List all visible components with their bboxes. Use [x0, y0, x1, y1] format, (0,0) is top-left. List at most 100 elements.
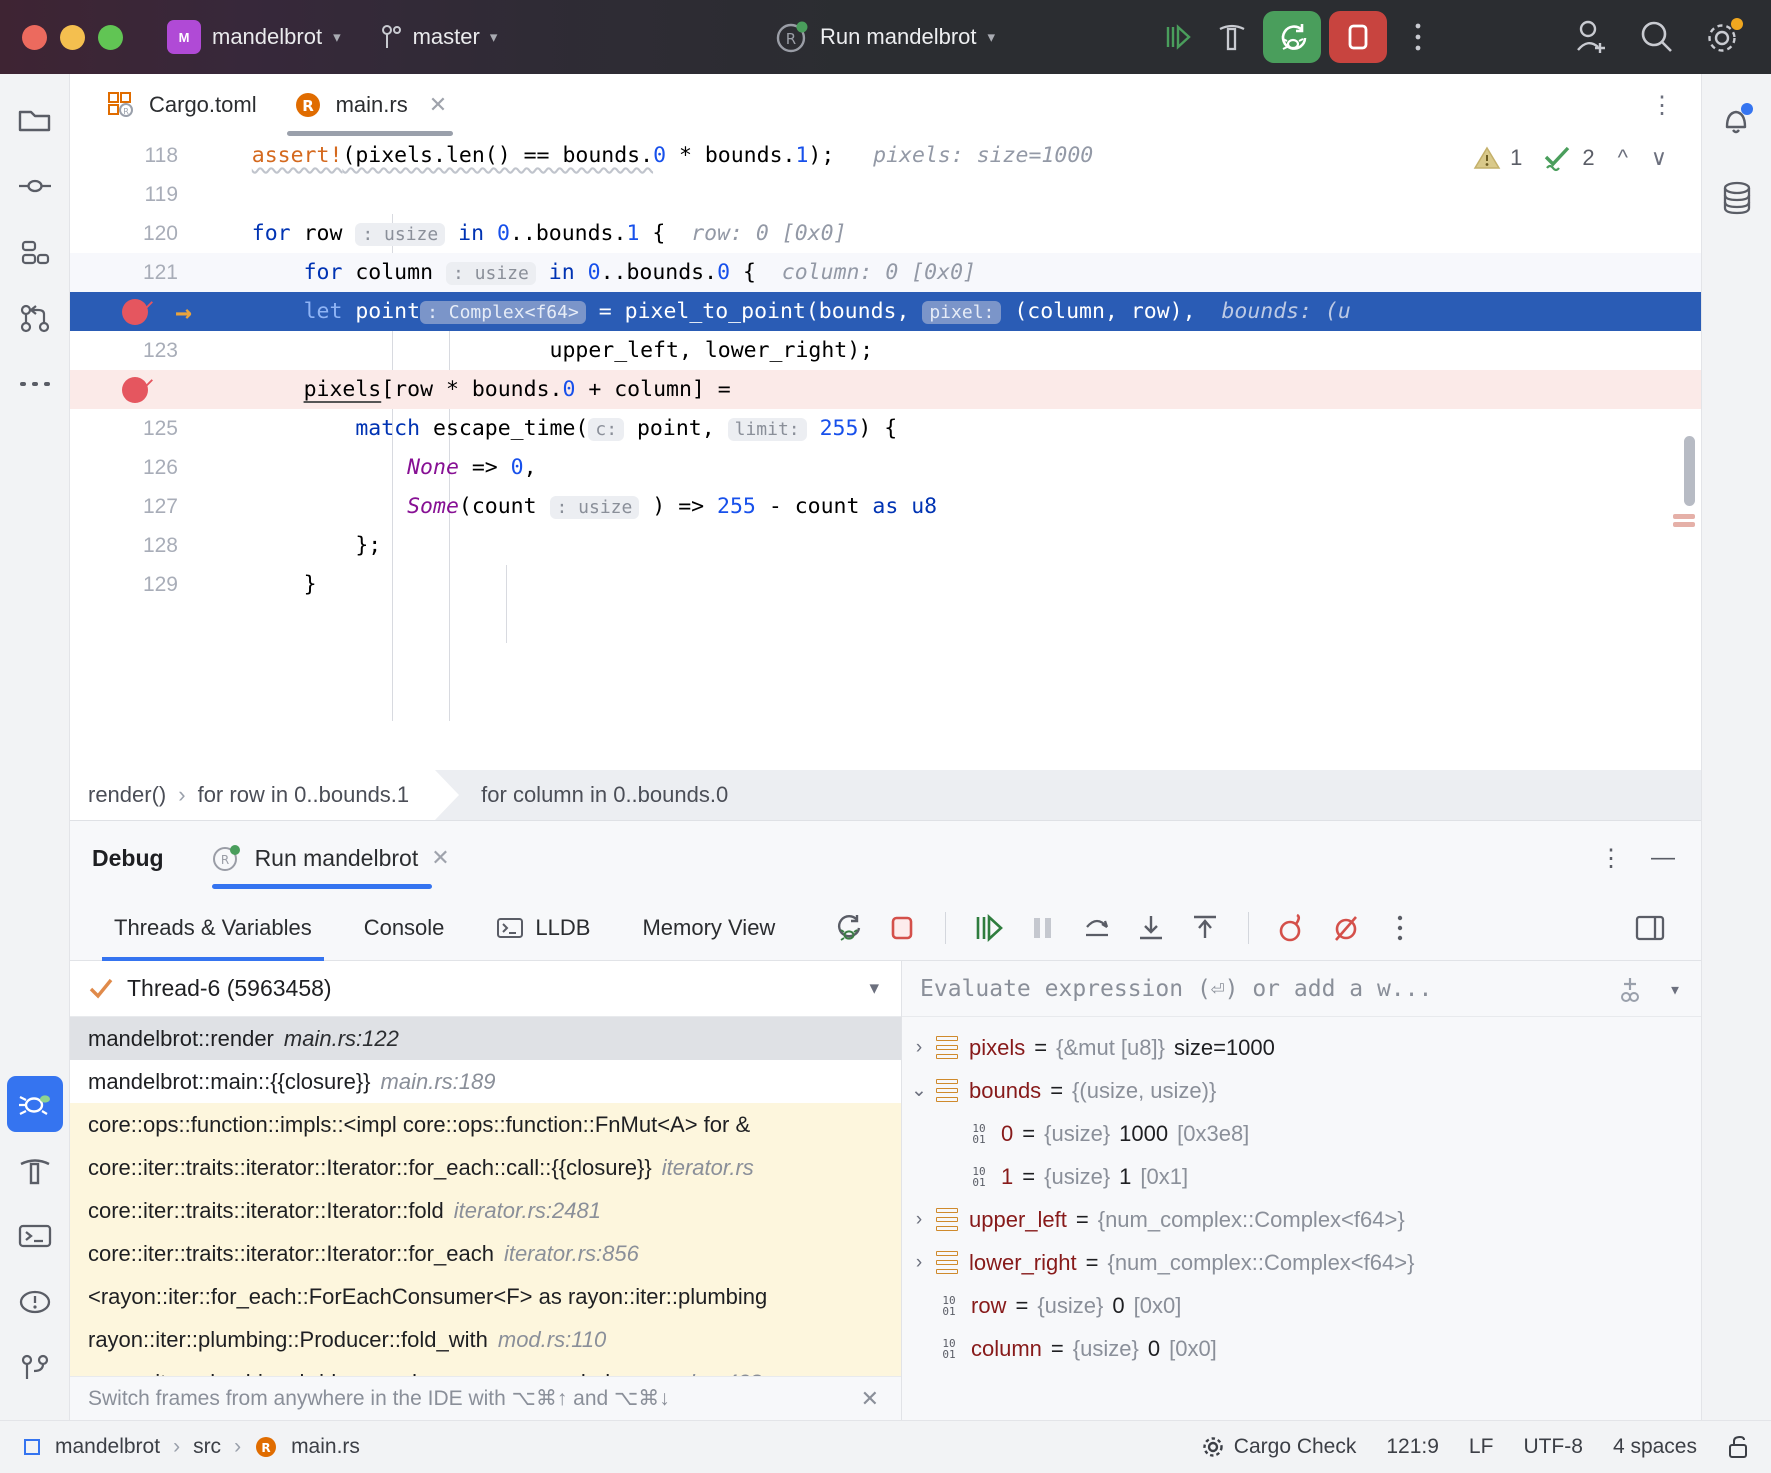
error-stripe-mark[interactable]: [1673, 522, 1695, 527]
variable-row[interactable]: › lower_right = {num_complex::Complex<f6…: [902, 1241, 1701, 1284]
stack-frame-row[interactable]: core::iter::traits::iterator::Iterator::…: [70, 1189, 901, 1232]
close-session-icon[interactable]: ✕: [431, 845, 449, 871]
status-breadcrumb-project[interactable]: mandelbrot: [55, 1435, 160, 1459]
code-line[interactable]: 120 for row : usize in 0..bounds.1 { row…: [70, 214, 1701, 253]
status-breadcrumb-file[interactable]: main.rs: [291, 1435, 360, 1459]
stop-icon[interactable]: [877, 903, 927, 953]
expand-chevron-icon[interactable]: ›: [902, 1252, 936, 1274]
stack-frame-row[interactable]: <rayon::iter::for_each::ForEachConsumer<…: [70, 1275, 901, 1318]
minimize-panel-icon[interactable]: —: [1651, 844, 1675, 872]
database-icon[interactable]: [1709, 170, 1765, 226]
inspections-widget[interactable]: 1 2 ^ ∨: [1473, 144, 1667, 172]
add-user-icon[interactable]: [1571, 17, 1611, 57]
more-tool-windows-icon[interactable]: [7, 356, 63, 412]
tab-console[interactable]: Console: [338, 895, 471, 961]
branch-selector[interactable]: master ▾: [381, 23, 498, 51]
stack-frame-row[interactable]: core::ops::function::impls::<impl core::…: [70, 1103, 901, 1146]
code-line[interactable]: 121 for column : usize in 0..bounds.0 { …: [70, 253, 1701, 292]
expand-chevron-icon[interactable]: ›: [902, 1209, 936, 1231]
layout-settings-icon[interactable]: [1625, 903, 1675, 953]
step-out-icon[interactable]: [1180, 903, 1230, 953]
caret-position[interactable]: 121:9: [1386, 1435, 1439, 1459]
structure-icon[interactable]: [7, 224, 63, 280]
tab-threads-and-variables[interactable]: Threads & Variables: [88, 895, 338, 961]
stack-frame-row[interactable]: rayon::iter::plumbing::Producer::fold_wi…: [70, 1318, 901, 1361]
stack-frame-row[interactable]: mandelbrot::render main.rs:122: [70, 1017, 901, 1060]
editor-tab-main-rs[interactable]: R main.rs ✕: [275, 74, 466, 136]
more-options-icon[interactable]: ⋮: [1599, 844, 1623, 873]
problems-icon[interactable]: [7, 1274, 63, 1330]
stop-icon[interactable]: [1329, 11, 1387, 63]
notifications-bell-icon[interactable]: [1709, 92, 1765, 148]
code-line[interactable]: pixels[row * bounds.0 + column] =: [70, 370, 1701, 409]
run-configuration-selector[interactable]: R Run mandelbrot ▾: [775, 20, 995, 54]
previous-problem-icon[interactable]: ^: [1618, 145, 1628, 171]
close-window-button[interactable]: [22, 25, 47, 50]
collapse-chevron-icon[interactable]: ⌄: [902, 1079, 936, 1102]
rerun-debug-icon[interactable]: [823, 903, 873, 953]
code-line[interactable]: 119: [70, 175, 1701, 214]
project-folder-icon[interactable]: [7, 92, 63, 148]
next-problem-icon[interactable]: ∨: [1651, 145, 1667, 171]
editor-tab-cargo-toml[interactable]: R Cargo.toml: [88, 74, 275, 136]
minimize-window-button[interactable]: [60, 25, 85, 50]
stack-frame-row[interactable]: core::iter::traits::iterator::Iterator::…: [70, 1232, 901, 1275]
code-line[interactable]: 129 }: [70, 565, 1701, 604]
pull-requests-icon[interactable]: [7, 290, 63, 346]
debug-session-tab[interactable]: R Run mandelbrot ✕: [212, 821, 450, 895]
tab-memory-view[interactable]: Memory View: [616, 895, 801, 961]
stack-frame-row[interactable]: mandelbrot::main::{{closure}} main.rs:18…: [70, 1060, 901, 1103]
project-selector[interactable]: M mandelbrot ▾: [167, 20, 341, 54]
close-tab-icon[interactable]: ✕: [429, 92, 447, 118]
variable-row[interactable]: 1001 row = {usize} 0 [0x0]: [902, 1284, 1701, 1327]
indent-setting[interactable]: 4 spaces: [1613, 1435, 1697, 1459]
more-options-icon[interactable]: [1375, 903, 1425, 953]
build-tool-window-icon[interactable]: [7, 1142, 63, 1198]
variable-row[interactable]: › pixels = {&mut [u8]} size=1000: [902, 1026, 1701, 1069]
version-control-icon[interactable]: [7, 1340, 63, 1396]
breadcrumb-item-for-column[interactable]: for column in 0..bounds.0: [481, 782, 728, 808]
code-editor[interactable]: 118 assert!(pixels.len() == bounds.0 * b…: [70, 136, 1701, 770]
variable-row[interactable]: 1001 1 = {usize} 1 [0x1]: [902, 1155, 1701, 1198]
search-icon[interactable]: [1637, 17, 1677, 57]
variable-row[interactable]: ⌄ bounds = {(usize, usize)}: [902, 1069, 1701, 1112]
debug-icon[interactable]: [1263, 11, 1321, 63]
code-line[interactable]: 125 match escape_time(c: point, limit: 2…: [70, 409, 1701, 448]
evaluate-expression-input[interactable]: Evaluate expression (⏎) or add a w... ▾: [902, 961, 1701, 1017]
mute-breakpoints-icon[interactable]: [1321, 903, 1371, 953]
step-over-icon[interactable]: [1072, 903, 1122, 953]
code-line[interactable]: 123 upper_left, lower_right);: [70, 331, 1701, 370]
resume-program-icon[interactable]: [964, 903, 1014, 953]
code-line[interactable]: 118 assert!(pixels.len() == bounds.0 * b…: [70, 136, 1701, 175]
inspection-widget[interactable]: Cargo Check: [1201, 1435, 1357, 1459]
chevron-down-icon[interactable]: ▾: [1669, 977, 1681, 1001]
code-line[interactable]: 127 Some(count : usize ) => 255 - count …: [70, 487, 1701, 526]
commit-icon[interactable]: [7, 158, 63, 214]
maximize-window-button[interactable]: [98, 25, 123, 50]
variable-row[interactable]: 1001 0 = {usize} 1000 [0x3e8]: [902, 1112, 1701, 1155]
chevron-down-icon[interactable]: ▾: [869, 977, 879, 1000]
error-stripe-mark[interactable]: [1673, 514, 1695, 519]
debug-tool-window-icon[interactable]: [7, 1076, 63, 1132]
editor-tabs-more-icon[interactable]: ⋮: [1650, 91, 1675, 120]
terminal-icon[interactable]: [7, 1208, 63, 1264]
add-watch-icon[interactable]: [1615, 974, 1645, 1004]
stack-frames-list[interactable]: mandelbrot::render main.rs:122 mandelbro…: [70, 1017, 901, 1376]
thread-selector[interactable]: Thread-6 (5963458) ▾: [70, 961, 901, 1017]
variable-row[interactable]: 1001 column = {usize} 0 [0x0]: [902, 1327, 1701, 1370]
expand-chevron-icon[interactable]: ›: [902, 1037, 936, 1059]
editor-scrollbar-thumb[interactable]: [1684, 436, 1695, 506]
pause-program-icon[interactable]: [1018, 903, 1068, 953]
run-icon[interactable]: [1155, 14, 1201, 60]
window-controls[interactable]: [22, 25, 123, 50]
view-breakpoints-icon[interactable]: [1267, 903, 1317, 953]
breakpoint-icon[interactable]: [122, 377, 148, 403]
breakpoint-icon[interactable]: [122, 299, 148, 325]
read-only-lock-icon[interactable]: [1727, 1434, 1749, 1460]
variable-row[interactable]: › upper_left = {num_complex::Complex<f64…: [902, 1198, 1701, 1241]
step-into-icon[interactable]: [1126, 903, 1176, 953]
stack-frame-row[interactable]: core::iter::traits::iterator::Iterator::…: [70, 1146, 901, 1189]
line-separator[interactable]: LF: [1469, 1435, 1494, 1459]
stack-frame-row[interactable]: rayon::iter::plumbing::bridge_producer_c…: [70, 1361, 901, 1376]
status-breadcrumb-src[interactable]: src: [193, 1435, 221, 1459]
